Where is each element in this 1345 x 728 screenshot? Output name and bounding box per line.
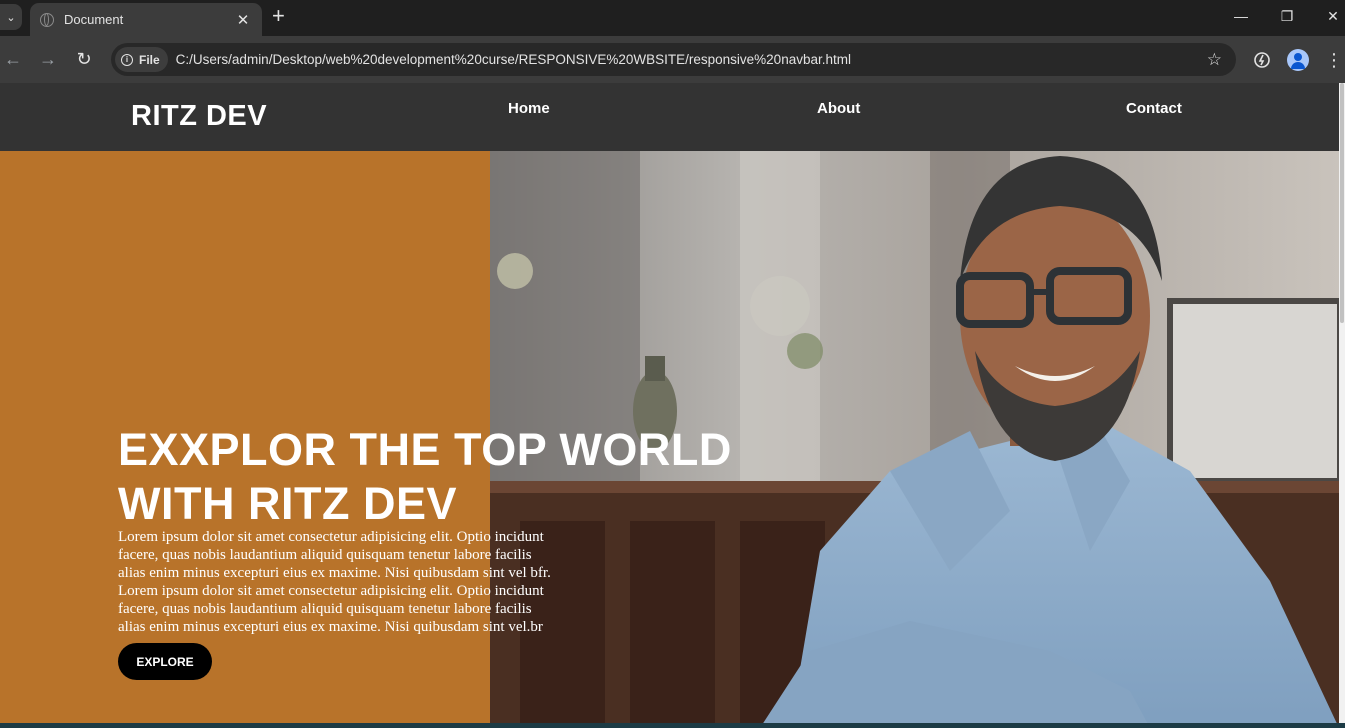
taskbar-edge — [0, 723, 1345, 728]
browser-tab[interactable]: Document ✕ — [30, 3, 262, 36]
nav-link-contact[interactable]: Contact — [1126, 100, 1182, 117]
explore-button[interactable]: EXPLORE — [118, 643, 212, 680]
extension-icon[interactable] — [1251, 49, 1273, 71]
hero-paragraph-line: alias enim minus excepturi eius ex maxim… — [118, 619, 543, 635]
hero-paragraph-line: Lorem ipsum dolor sit amet consectetur a… — [118, 529, 544, 545]
reload-icon[interactable]: ↻ — [72, 47, 96, 71]
address-bar[interactable]: i File C:/Users/admin/Desktop/web%20deve… — [111, 43, 1236, 76]
site-info-label: File — [139, 52, 160, 67]
nav-link-about[interactable]: About — [817, 100, 860, 117]
new-tab-button[interactable]: + — [272, 5, 285, 27]
hero-title: EXXPLOR THE TOP WORLD WITH RITZ DEV — [118, 423, 738, 531]
site-info-chip[interactable]: i File — [115, 47, 168, 72]
site-logo[interactable]: RITZ DEV — [131, 100, 267, 133]
tab-title: Document — [64, 12, 124, 27]
globe-icon — [40, 12, 54, 27]
menu-kebab-icon[interactable]: ⋮ — [1323, 49, 1345, 71]
nav-link-home[interactable]: Home — [508, 100, 550, 117]
scrollbar-thumb[interactable] — [1340, 83, 1344, 323]
page-viewport: RITZ DEV Home About Contact EXXPLOR THE … — [0, 83, 1339, 728]
close-window-icon[interactable]: ✕ — [1318, 5, 1345, 27]
info-icon: i — [121, 53, 133, 66]
bookmark-star-icon[interactable]: ☆ — [1207, 50, 1222, 70]
page-scrollbar[interactable] — [1339, 83, 1345, 728]
profile-avatar-icon[interactable] — [1287, 49, 1309, 71]
minimize-icon[interactable]: — — [1226, 5, 1256, 27]
url-text[interactable]: C:/Users/admin/Desktop/web%20development… — [176, 52, 1207, 67]
forward-arrow-icon[interactable]: → — [36, 47, 60, 71]
tab-strip: ⌄ Document ✕ + — ❐ ✕ — [0, 0, 1345, 36]
browser-toolbar: ← → ↻ i File C:/Users/admin/Desktop/web%… — [0, 36, 1345, 83]
hero-paragraph-line: Lorem ipsum dolor sit amet consectetur a… — [118, 583, 544, 599]
hero-paragraph-line: facere, quas nobis laudantium aliquid qu… — [118, 547, 532, 563]
close-tab-icon[interactable]: ✕ — [234, 11, 252, 29]
hero-paragraph-line: alias enim minus excepturi eius ex maxim… — [118, 565, 551, 581]
hero-title-line1: EXXPLOR THE TOP WORLD — [118, 424, 732, 475]
restore-icon[interactable]: ❐ — [1272, 5, 1302, 27]
site-navbar: RITZ DEV Home About Contact — [0, 83, 1339, 151]
hero-paragraph: Lorem ipsum dolor sit amet consectetur a… — [118, 528, 588, 636]
back-arrow-icon[interactable]: ← — [1, 47, 25, 71]
tab-search-chevron-icon[interactable]: ⌄ — [0, 4, 22, 30]
hero-paragraph-line: facere, quas nobis laudantium aliquid qu… — [118, 601, 532, 617]
hero-title-line2: WITH RITZ DEV — [118, 478, 457, 529]
